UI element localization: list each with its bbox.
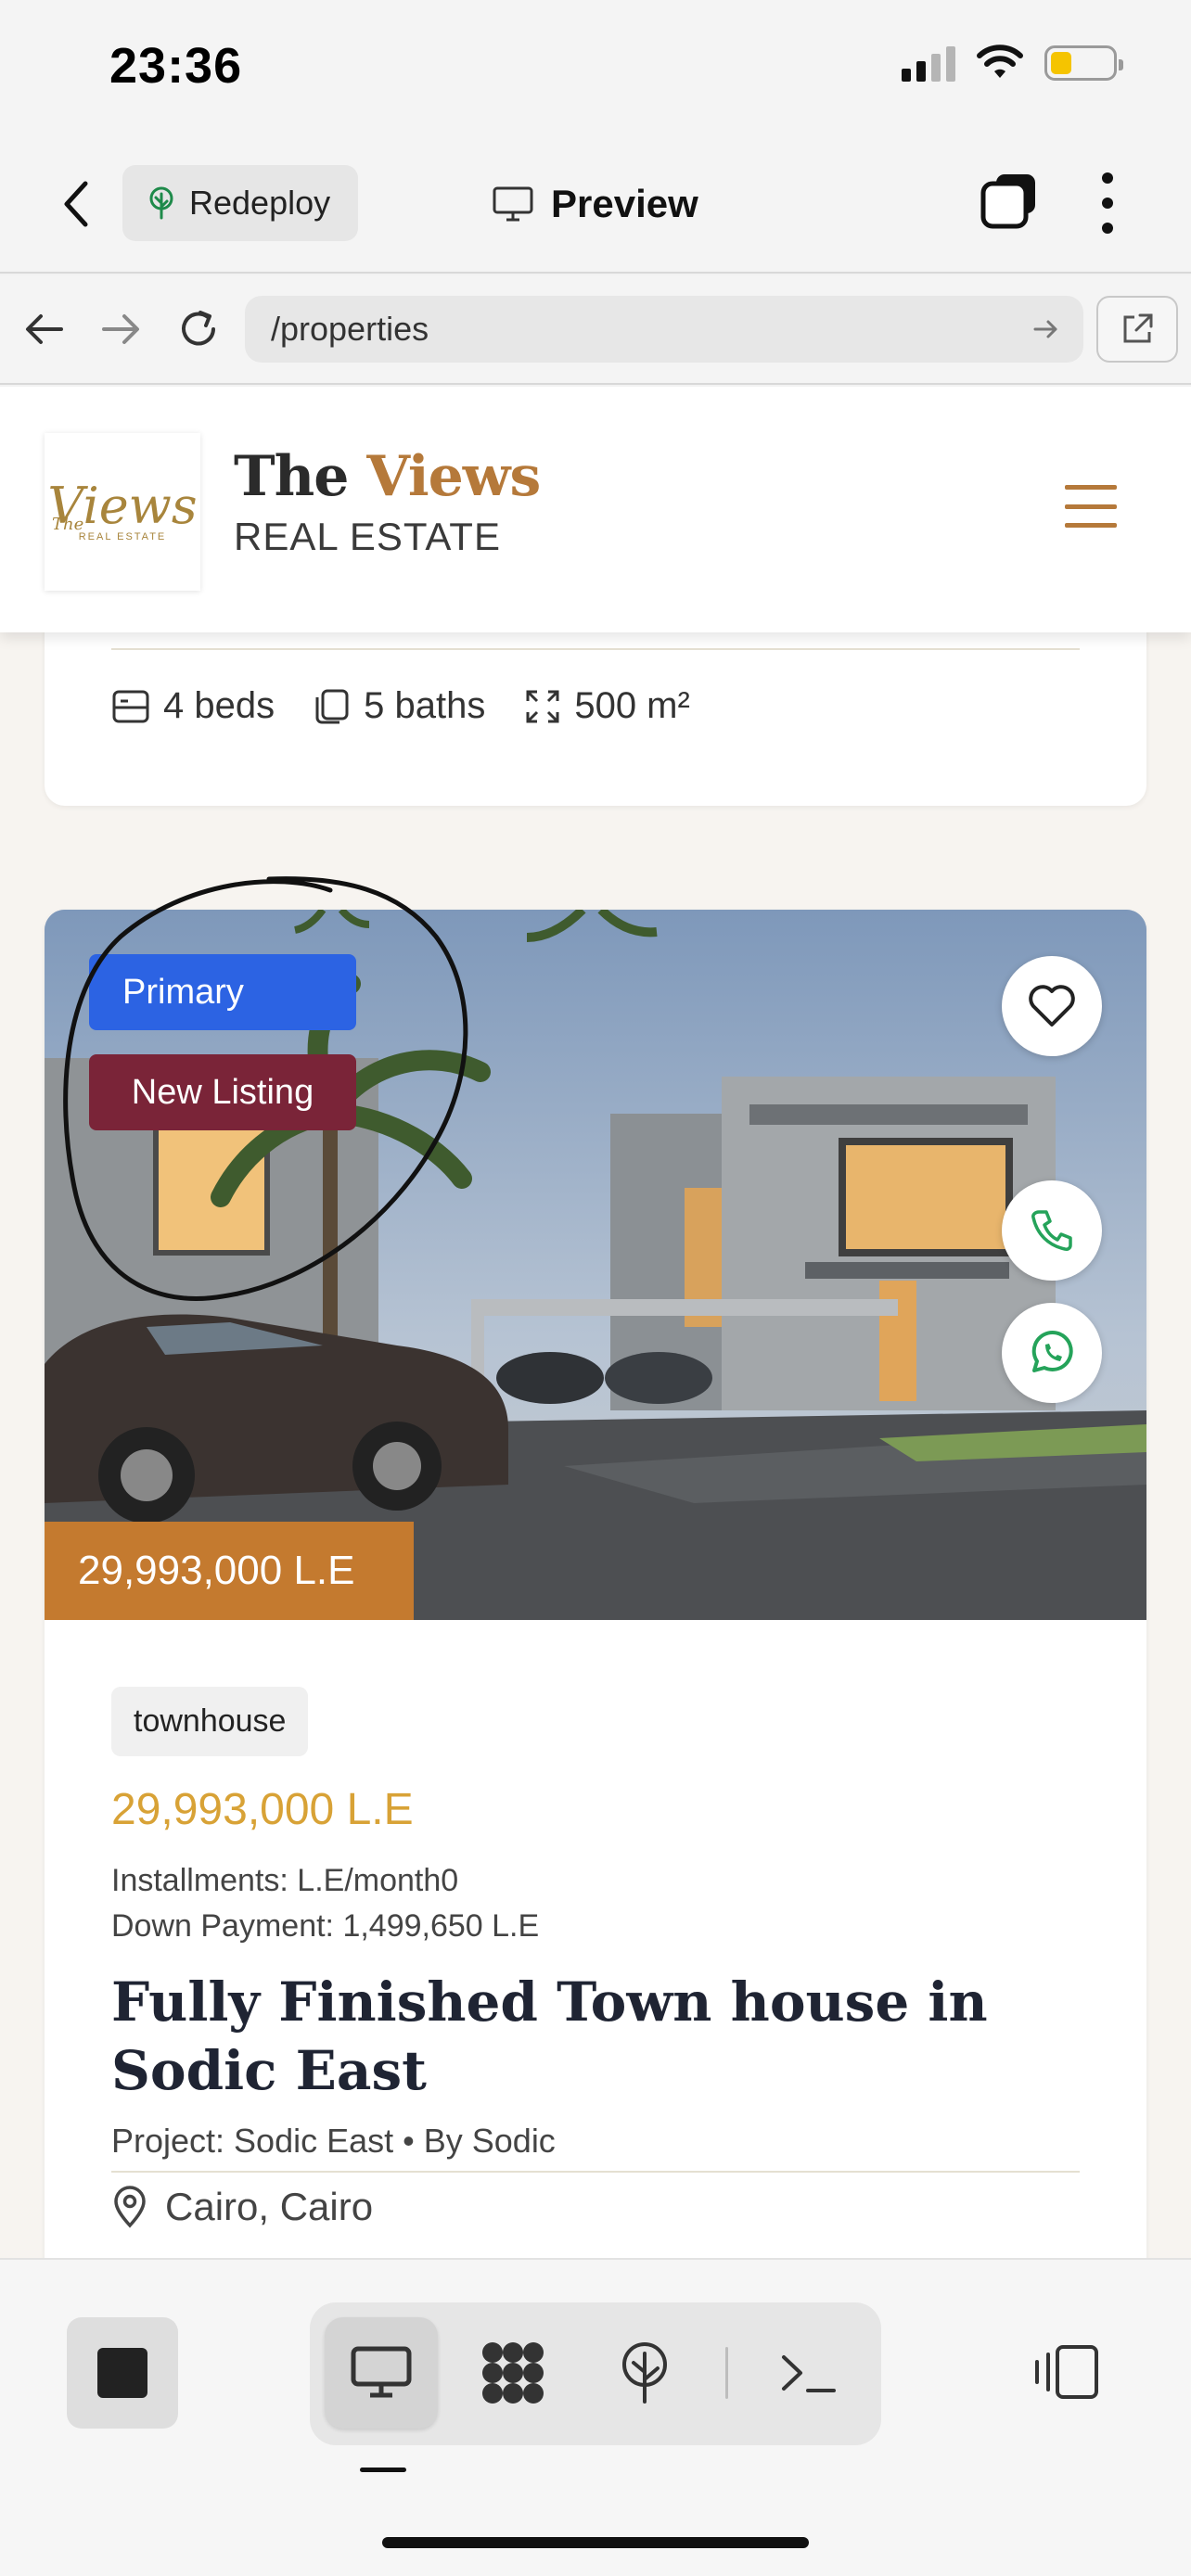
view-switcher — [310, 2302, 881, 2445]
bath-icon — [315, 689, 349, 723]
hamburger-menu-icon[interactable] — [1065, 485, 1117, 528]
tree-icon — [622, 2342, 667, 2404]
console-view-button[interactable] — [751, 2317, 864, 2429]
home-indicator — [382, 2537, 809, 2548]
go-arrow-icon[interactable] — [1030, 312, 1063, 346]
spec-baths: 5 baths — [314, 685, 485, 727]
brand: The Views REAL ESTATE — [234, 444, 541, 559]
expand-area-icon — [526, 690, 559, 722]
preview-label: Preview — [551, 182, 698, 225]
url-text: /properties — [271, 310, 429, 348]
battery-icon — [1044, 45, 1123, 81]
badge-primary: Primary — [89, 954, 356, 1030]
apps-view-button[interactable] — [456, 2317, 570, 2429]
wifi-icon — [977, 45, 1023, 78]
logo-the: The — [52, 515, 84, 534]
property-specs: 4 beds 5 baths 500 m² — [111, 685, 690, 727]
monitor-icon — [493, 186, 533, 222]
web-page: The Views REAL ESTATE The Views REAL EST… — [0, 387, 1191, 2258]
reload-icon[interactable] — [176, 307, 221, 351]
stop-icon — [97, 2348, 147, 2398]
whatsapp-button[interactable] — [1002, 1303, 1102, 1403]
redeploy-button[interactable]: Redeploy — [122, 165, 358, 241]
bed-icon — [112, 690, 149, 722]
cellular-signal-icon — [902, 45, 955, 82]
url-field[interactable]: /properties — [245, 296, 1083, 363]
price-tag: 29,993,000 L.E — [45, 1522, 414, 1620]
spec-beds: 4 beds — [111, 685, 275, 727]
toolbar-separator — [725, 2347, 728, 2399]
heart-icon — [1029, 985, 1075, 1027]
project-info: Project: Sodic East • By Sodic — [111, 2122, 556, 2161]
browser-bar: /properties — [0, 275, 1191, 385]
redeploy-label: Redeploy — [189, 184, 331, 222]
location-pin-icon — [114, 2186, 146, 2228]
deploy-view-button[interactable] — [588, 2317, 701, 2429]
status-bar: 23:36 — [0, 0, 1191, 130]
tabs-icon[interactable] — [980, 171, 1039, 230]
site-header: The Views REAL ESTATE The Views REAL EST… — [0, 387, 1191, 632]
favorite-button[interactable] — [1002, 956, 1102, 1056]
property-title[interactable]: Fully Finished Town house in Sodic East — [111, 1969, 1080, 2105]
stop-button[interactable] — [67, 2317, 178, 2429]
app-bar: Redeploy Preview — [0, 130, 1191, 274]
brand-subtitle: REAL ESTATE — [234, 515, 501, 558]
more-options-icon[interactable] — [1091, 172, 1124, 234]
phone-icon — [1031, 1210, 1072, 1251]
nav-forward-icon[interactable] — [100, 311, 141, 348]
external-link-icon — [1123, 313, 1153, 343]
back-chevron-icon[interactable] — [54, 176, 100, 232]
card-divider — [111, 2171, 1080, 2173]
status-icons — [902, 45, 1123, 82]
property-price: 29,993,000 L.E — [111, 1785, 414, 1834]
property-photo[interactable]: Primary New Listing 29,993,000 L.E — [45, 910, 1146, 1620]
spec-area: 500 m² — [524, 685, 690, 727]
bottom-toolbar — [0, 2258, 1191, 2576]
installments-text: Installments: L.E/month0 — [111, 1863, 459, 1898]
property-type-chip: townhouse — [111, 1687, 309, 1756]
tree-icon — [149, 186, 173, 220]
terminal-icon — [782, 2355, 836, 2392]
property-location: Cairo, Cairo — [111, 2185, 1080, 2229]
call-button[interactable] — [1002, 1180, 1102, 1281]
brand-title: The Views — [234, 444, 541, 509]
logo-sub: REAL ESTATE — [78, 530, 167, 542]
preview-title[interactable]: Preview — [492, 176, 698, 232]
site-logo[interactable]: The Views REAL ESTATE — [45, 433, 200, 591]
card-divider — [111, 648, 1080, 650]
open-external-button[interactable] — [1096, 296, 1178, 363]
side-panel-icon[interactable] — [1031, 2341, 1102, 2403]
preview-view-button[interactable] — [325, 2317, 438, 2429]
property-details: townhouse 29,993,000 L.E Installments: L… — [111, 1687, 1080, 2229]
grid-apps-icon — [482, 2342, 544, 2404]
whatsapp-icon — [1031, 1331, 1073, 1372]
status-time: 23:36 — [109, 38, 243, 94]
property-card[interactable]: Primary New Listing 29,993,000 L.E townh… — [45, 910, 1146, 2258]
active-view-indicator — [360, 2468, 406, 2472]
monitor-icon — [351, 2346, 412, 2398]
down-payment-text: Down Payment: 1,499,650 L.E — [111, 1908, 540, 1944]
nav-back-icon[interactable] — [24, 311, 65, 348]
badge-new-listing: New Listing — [89, 1054, 356, 1130]
